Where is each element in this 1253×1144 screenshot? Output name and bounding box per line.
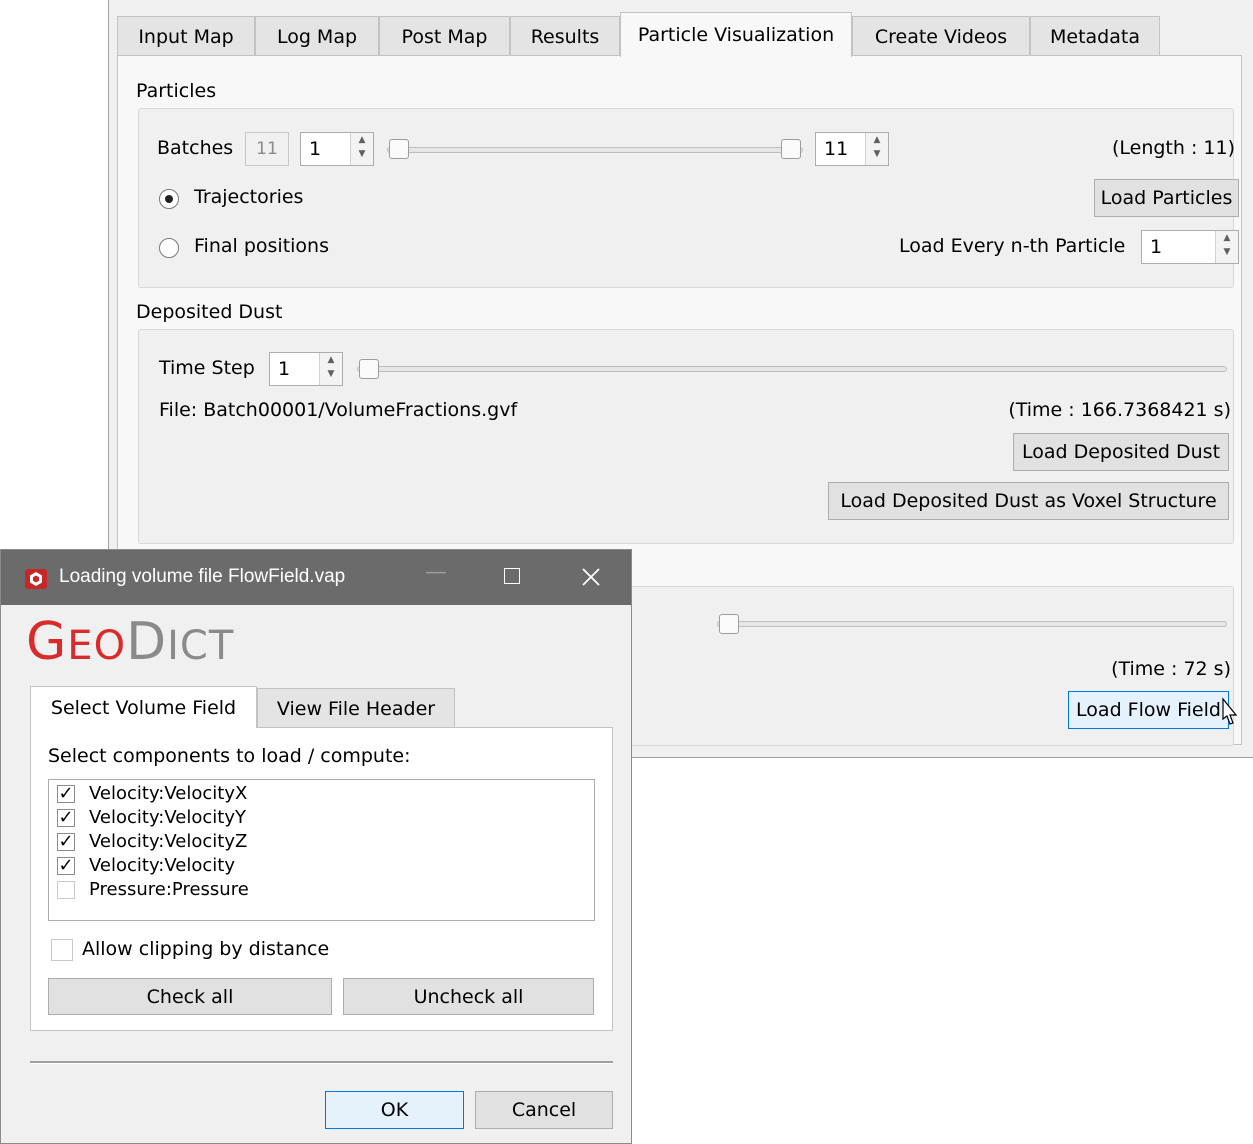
list-item: Velocity:Velocity <box>89 855 235 876</box>
load-flow-field-button[interactable]: Load Flow Field <box>1068 691 1229 729</box>
loading-volume-dialog: Loading volume file FlowField.vap — GEOD… <box>0 549 632 1144</box>
dialog-separator <box>30 1061 613 1064</box>
geodict-logo: GEODICT <box>26 612 235 672</box>
batch-range-slider-start-handle[interactable] <box>389 139 409 159</box>
batch-from-value: 1 <box>309 138 322 160</box>
batches-count-field: 11 <box>245 132 289 166</box>
length-text: (Length : 11) <box>1111 137 1235 159</box>
batch-to-spinbox[interactable]: 11 ▲ ▼ <box>815 132 889 166</box>
load-particles-button[interactable]: Load Particles <box>1094 179 1239 217</box>
particles-group: Batches 11 1 ▲ ▼ 11 ▲ ▼ (Length : 11) Traj… <box>138 108 1239 288</box>
spin-arrows-icon[interactable]: ▲▼ <box>1215 231 1238 263</box>
deposited-dust-time-text: (Time : 166.7368421 s) <box>1008 399 1231 421</box>
list-item: Velocity:VelocityY <box>89 807 246 828</box>
time-step-label: Time Step <box>159 357 255 379</box>
trajectories-label: Trajectories <box>194 186 304 208</box>
load-deposited-dust-button[interactable]: Load Deposited Dust <box>1013 433 1229 471</box>
file-path-text: File: Batch00001/VolumeFractions.gvf <box>159 399 518 421</box>
maximize-icon[interactable] <box>504 568 520 584</box>
velocity-y-checkbox[interactable]: ✓ <box>57 809 75 827</box>
tab-select-volume-field[interactable]: Select Volume Field <box>30 686 257 728</box>
final-positions-radio[interactable] <box>159 238 179 258</box>
allow-clipping-label: Allow clipping by distance <box>82 938 330 960</box>
batch-from-spinbox[interactable]: 1 ▲ ▼ <box>300 132 374 166</box>
uncheck-all-button[interactable]: Uncheck all <box>343 978 594 1015</box>
dialog-title: Loading volume file FlowField.vap <box>59 566 346 587</box>
check-all-button[interactable]: Check all <box>48 978 332 1015</box>
tab-create-videos[interactable]: Create Videos <box>852 16 1030 56</box>
batch-to-value: 11 <box>824 138 849 160</box>
flow-field-slider-handle[interactable] <box>719 614 739 634</box>
close-icon[interactable] <box>581 567 601 587</box>
load-every-nth-spinbox[interactable]: 1 ▲ ▼ <box>1141 230 1239 264</box>
dialog-title-bar: Loading volume file FlowField.vap — <box>1 550 631 605</box>
batches-label: Batches <box>157 137 234 159</box>
final-positions-label: Final positions <box>194 235 329 257</box>
time-step-slider-track[interactable] <box>357 366 1227 372</box>
load-every-nth-value: 1 <box>1150 236 1163 258</box>
app-icon <box>25 569 47 589</box>
particles-group-title: Particles <box>136 80 217 102</box>
load-every-nth-label: Load Every n-th Particle <box>899 235 1126 257</box>
components-list[interactable]: ✓ Velocity:VelocityX ✓ Velocity:Velocity… <box>48 779 595 921</box>
pressure-checkbox[interactable] <box>57 881 75 899</box>
select-volume-field-pane: Select components to load / compute: ✓ V… <box>30 727 613 1031</box>
flow-field-slider-track[interactable] <box>717 621 1227 627</box>
velocity-checkbox[interactable]: ✓ <box>57 857 75 875</box>
flow-field-time-text: (Time : 72 s) <box>1111 658 1231 680</box>
deposited-dust-group: Time Step 1 ▲ ▼ File: Batch00001/VolumeFr… <box>138 329 1234 544</box>
tab-metadata[interactable]: Metadata <box>1030 16 1160 56</box>
tab-view-file-header[interactable]: View File Header <box>257 688 455 728</box>
list-item: Velocity:VelocityX <box>89 783 248 804</box>
tab-particle-visualization[interactable]: Particle Visualization <box>620 12 852 57</box>
velocity-x-checkbox[interactable]: ✓ <box>57 785 75 803</box>
spin-arrows-icon[interactable]: ▲▼ <box>319 353 342 385</box>
time-step-spinbox[interactable]: 1 ▲ ▼ <box>269 352 343 386</box>
time-step-slider-handle[interactable] <box>359 359 379 379</box>
tab-results[interactable]: Results <box>510 16 620 56</box>
tab-post-map[interactable]: Post Map <box>379 16 510 56</box>
velocity-z-checkbox[interactable]: ✓ <box>57 833 75 851</box>
tab-input-map[interactable]: Input Map <box>117 16 255 56</box>
batch-range-slider-end-handle[interactable] <box>781 139 801 159</box>
spin-arrows-icon[interactable]: ▲▼ <box>350 133 373 165</box>
deposited-dust-group-title: Deposited Dust <box>136 301 283 323</box>
list-item: Velocity:VelocityZ <box>89 831 248 852</box>
ok-button[interactable]: OK <box>325 1091 464 1129</box>
batch-range-slider-track[interactable] <box>387 147 803 153</box>
load-deposited-dust-voxel-button[interactable]: Load Deposited Dust as Voxel Structure <box>828 482 1229 520</box>
tab-log-map[interactable]: Log Map <box>255 16 379 56</box>
mouse-cursor-icon <box>1222 697 1238 725</box>
select-components-label: Select components to load / compute: <box>48 745 411 767</box>
list-item: Pressure:Pressure <box>89 879 249 900</box>
spin-arrows-icon[interactable]: ▲▼ <box>865 133 888 165</box>
trajectories-radio[interactable] <box>159 189 179 209</box>
time-step-value: 1 <box>278 358 291 380</box>
minimize-icon[interactable]: — <box>425 560 447 585</box>
cancel-button[interactable]: Cancel <box>475 1091 613 1129</box>
allow-clipping-checkbox[interactable] <box>51 939 73 961</box>
